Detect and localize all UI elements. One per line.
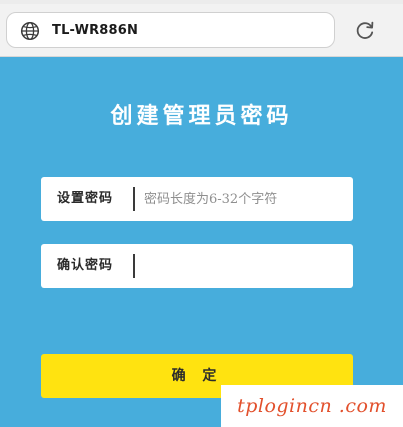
- password-label: 设置密码: [57, 191, 114, 206]
- watermark: tplogincn .com: [221, 385, 403, 427]
- address-bar[interactable]: TL-WR886N: [6, 12, 335, 48]
- confirm-password-input[interactable]: [144, 244, 344, 288]
- address-text[interactable]: TL-WR886N: [52, 21, 138, 41]
- confirm-password-field[interactable]: 确认密码: [41, 244, 353, 288]
- reload-icon[interactable]: [354, 19, 376, 41]
- confirm-password-field-divider: [133, 254, 135, 278]
- globe-icon: [20, 21, 40, 41]
- browser-top-strip: [0, 0, 403, 4]
- confirm-password-label: 确认密码: [57, 258, 114, 273]
- page-title: 创建管理员密码: [110, 103, 293, 129]
- password-input[interactable]: [144, 177, 344, 221]
- password-field-divider: [133, 187, 135, 211]
- browser-toolbar: TL-WR886N: [0, 0, 403, 57]
- password-field[interactable]: 设置密码: [41, 177, 353, 221]
